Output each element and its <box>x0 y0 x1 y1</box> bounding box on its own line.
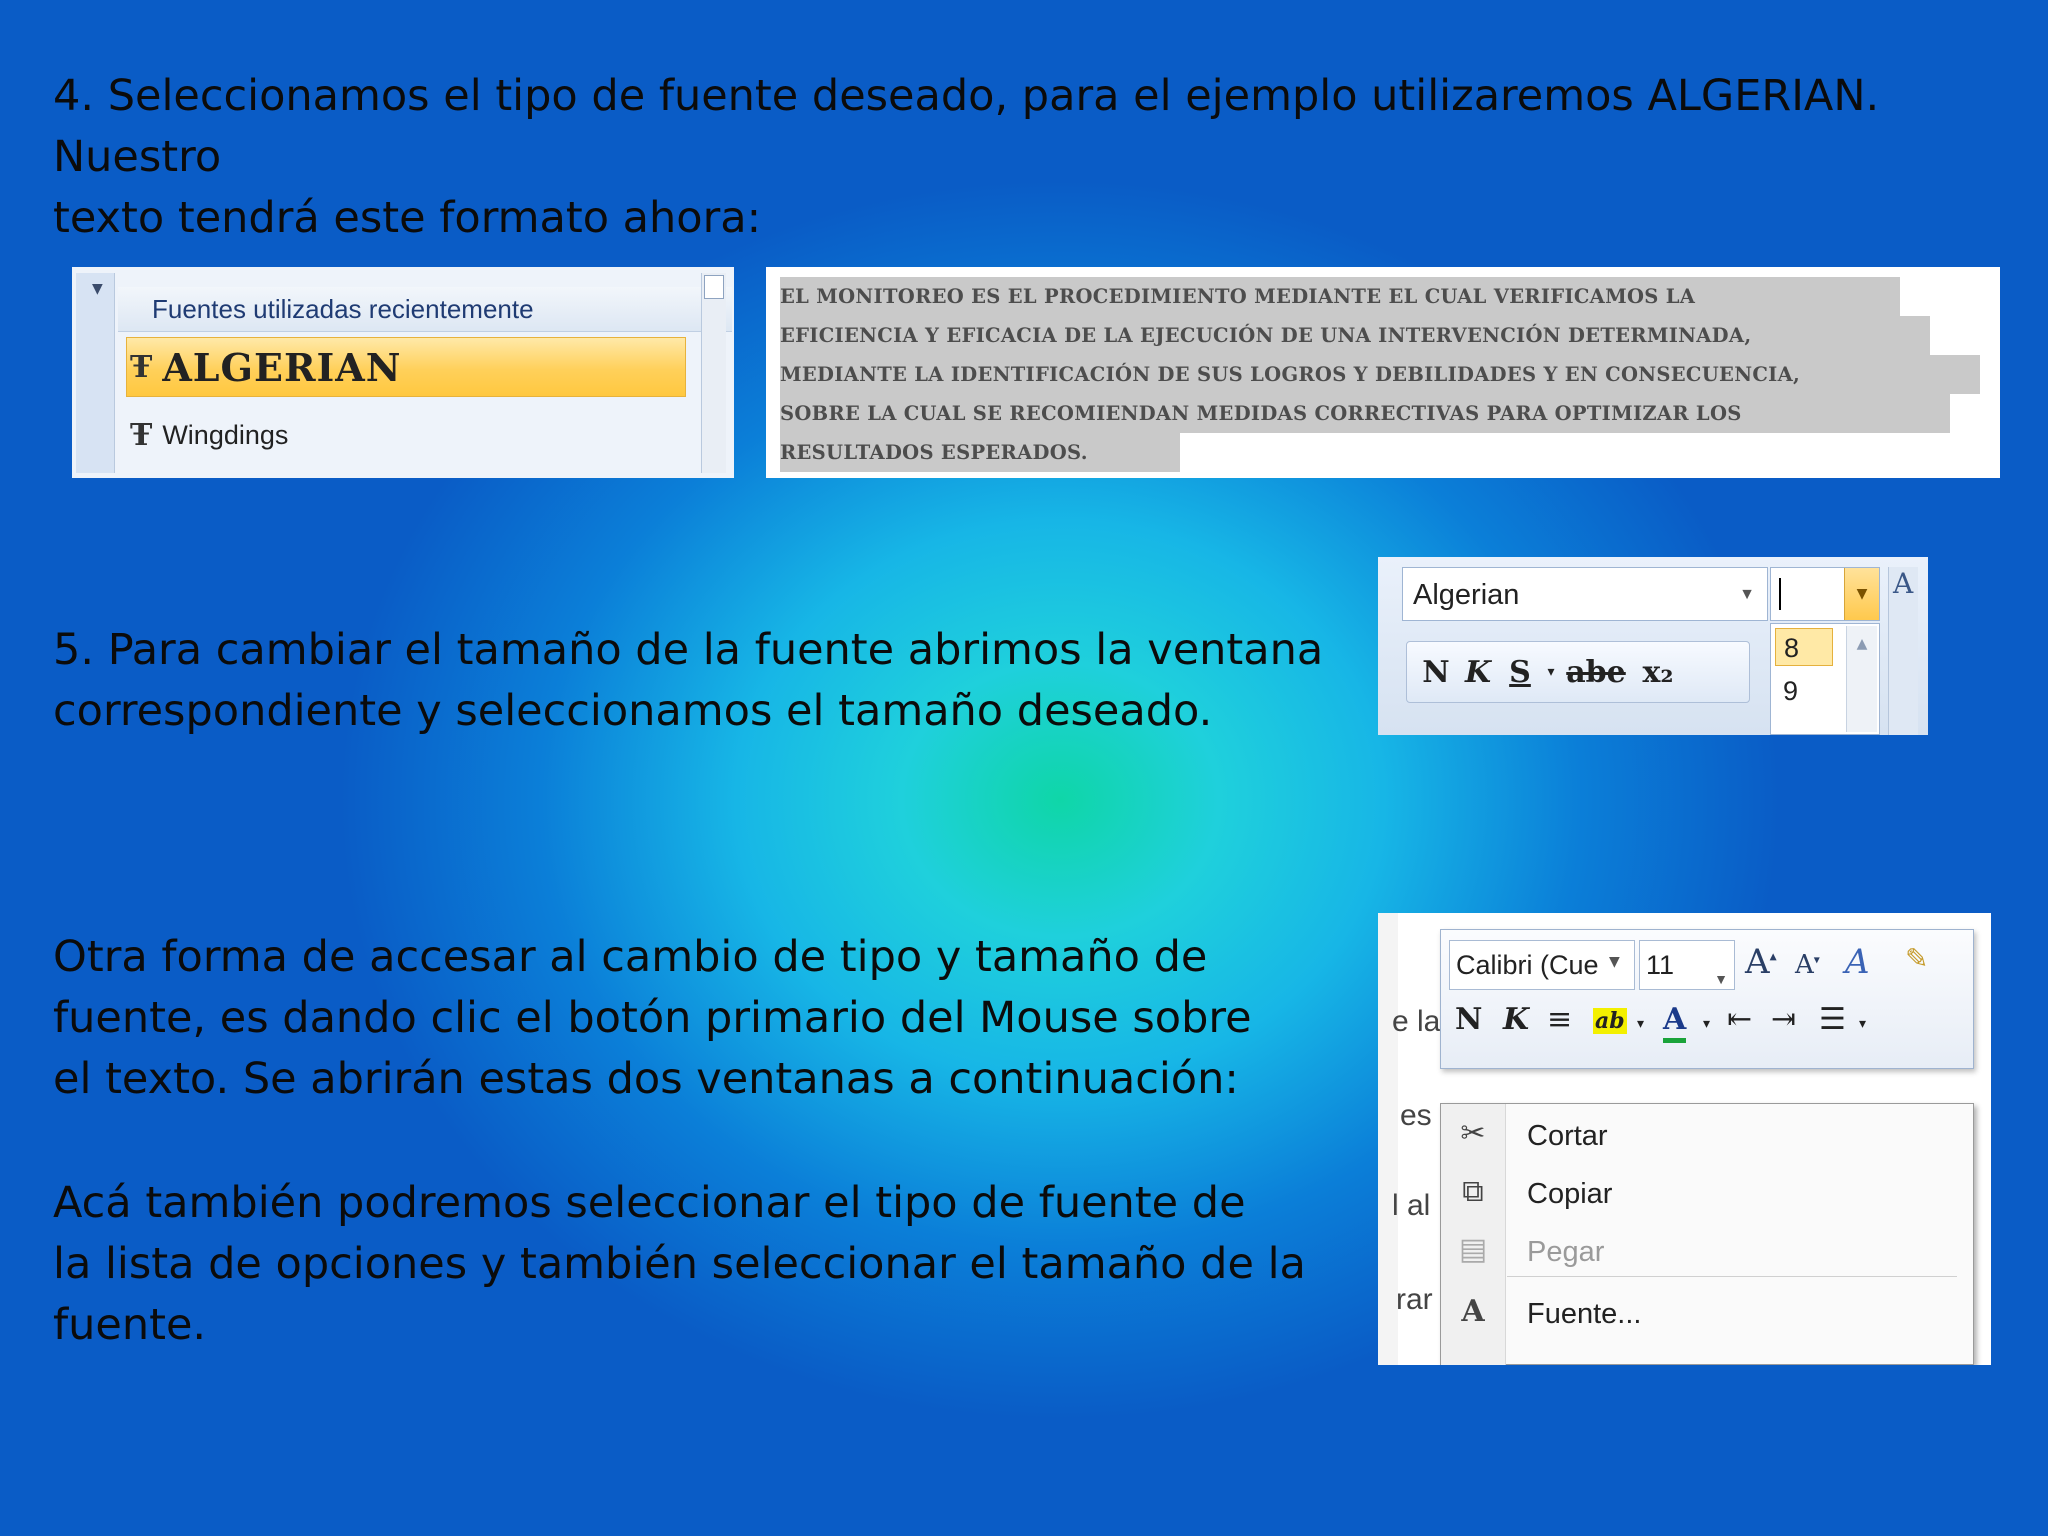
doc-fragment: l al <box>1392 1189 1431 1222</box>
format-buttons-group: N K S ▾ abe x₂ <box>1406 641 1750 703</box>
other-line2: fuente, es dando clic el botón primario … <box>53 993 1252 1043</box>
sample-line: SOBRE LA CUAL SE RECOMIENDAN MEDIDAS COR… <box>780 394 1950 433</box>
sample-line: EL MONITOREO ES EL PROCEDIMIENTO MEDIANT… <box>780 277 1900 316</box>
menu-item-copiar[interactable]: Copiar <box>1527 1178 1612 1211</box>
recent-fonts-panel: ▼ Fuentes utilizadas recientemente Ŧ ALG… <box>72 267 734 478</box>
step4-line1: 4. Seleccionamos el tipo de fuente desea… <box>53 71 1880 182</box>
formatted-text-sample: EL MONITOREO ES EL PROCEDIMIENTO MEDIANT… <box>766 267 2000 478</box>
scrollbar[interactable] <box>701 273 726 473</box>
sample-line: MEDIANTE LA IDENTIFICACIÓN DE SUS LOGROS… <box>780 355 1980 394</box>
highlight-dropdown-icon[interactable]: ▾ <box>1637 1016 1644 1032</box>
size-option-8[interactable]: 8 <box>1775 628 1833 666</box>
truetype-icon: Ŧ <box>130 417 153 453</box>
sample-line: EFICIENCIA Y EFICACIA DE LA EJECUCIÓN DE… <box>780 316 1930 355</box>
step4-line2: texto tendrá este formato ahora: <box>53 193 762 243</box>
menu-item-cortar[interactable]: Cortar <box>1527 1120 1608 1153</box>
increase-indent-icon[interactable]: ⇥ <box>1771 1002 1796 1037</box>
font-name-value: Algerian <box>1413 579 1520 611</box>
font-item-wingdings[interactable]: Ŧ Wingdings <box>130 407 288 463</box>
gallery-strip: ▼ <box>76 273 115 473</box>
size-dropdown-button[interactable]: ▼ <box>1844 568 1879 620</box>
subscript-button[interactable]: x₂ <box>1631 655 1685 690</box>
styles-icon[interactable]: A <box>1845 942 1870 982</box>
align-center-icon[interactable]: ≡ <box>1547 1002 1572 1037</box>
step5-line2: correspondiente y seleccionamos el tamañ… <box>53 686 1213 736</box>
menu-item-pegar[interactable]: Pegar <box>1527 1236 1604 1269</box>
font-name-combobox[interactable]: Algerian ▼ <box>1402 567 1768 621</box>
mini-font-value: Calibri (Cue <box>1456 950 1599 980</box>
menu-item-fuente[interactable]: Fuente... <box>1527 1298 1641 1331</box>
other-line3: el texto. Se abrirán estas dos ventanas … <box>53 1054 1239 1104</box>
font-color-dropdown-icon[interactable]: ▾ <box>1703 1016 1710 1032</box>
copy-icon: ⧉ <box>1462 1174 1484 1209</box>
underline-dropdown-icon[interactable]: ▾ <box>1541 664 1561 680</box>
strikethrough-button[interactable]: abe <box>1561 655 1631 690</box>
other-line1: Otra forma de accesar al cambio de tipo … <box>53 932 1208 982</box>
mini-size-combobox[interactable]: 11 ▼ <box>1639 940 1735 990</box>
also-text: Acá también podremos seleccionar el tipo… <box>53 1173 1353 1356</box>
mini-toolbar: Calibri (Cue ▼ 11 ▼ A▴ A▾ A ✎ N K ≡ ab ▾… <box>1440 929 1974 1069</box>
step5-line1: 5. Para cambiar el tamaño de la fuente a… <box>53 625 1324 675</box>
list-scroll-up-icon[interactable]: ▲ <box>1846 626 1877 732</box>
also-line1: Acá también podremos seleccionar el tipo… <box>53 1178 1246 1228</box>
doc-fragment: rar <box>1396 1283 1433 1316</box>
mini-size-value: 11 <box>1646 950 1675 980</box>
chevron-down-icon[interactable]: ▼ <box>1739 568 1755 622</box>
other-way-text: Otra forma de accesar al cambio de tipo … <box>53 927 1353 1110</box>
underline-button[interactable]: S <box>1499 655 1541 690</box>
font-size-combo-panel: Algerian ▼ ▼ N K S ▾ abe x₂ 8 9 ▲ A <box>1378 557 1928 735</box>
font-item-algerian[interactable]: Ŧ ALGERIAN <box>130 339 402 395</box>
font-size-list: 8 9 ▲ <box>1770 623 1880 735</box>
bold-button[interactable]: N <box>1415 655 1457 690</box>
scissors-icon: ✂ <box>1460 1116 1486 1151</box>
sample-lines: EL MONITOREO ES EL PROCEDIMIENTO MEDIANT… <box>780 277 1980 472</box>
highlight-icon[interactable]: ab <box>1593 1008 1627 1034</box>
chevron-down-icon[interactable]: ▼ <box>1714 955 1728 1003</box>
font-icon: A <box>1461 1294 1485 1329</box>
step5-text: 5. Para cambiar el tamaño de la fuente a… <box>53 620 1353 742</box>
paste-icon: ▤ <box>1458 1232 1488 1267</box>
context-menu-panel: e la es l al rar Calibri (Cue ▼ 11 ▼ A▴ … <box>1378 913 1991 1365</box>
bullets-icon[interactable]: ☰ <box>1819 1002 1846 1037</box>
font-item-label: Wingdings <box>162 419 289 450</box>
shrink-font-icon[interactable]: A▾ <box>1795 950 1820 980</box>
bold-button[interactable]: N <box>1455 1002 1482 1037</box>
font-color-icon: A <box>1888 567 1918 735</box>
recent-fonts-header: Fuentes utilizadas recientemente <box>118 287 732 332</box>
bullets-dropdown-icon[interactable]: ▾ <box>1859 1016 1866 1032</box>
doc-fragment: e la <box>1392 1005 1441 1038</box>
menu-separator <box>1507 1276 1957 1277</box>
text-caret <box>1779 578 1781 610</box>
format-painter-icon[interactable]: ✎ <box>1905 942 1928 975</box>
mini-font-combobox[interactable]: Calibri (Cue <box>1449 940 1635 990</box>
decrease-indent-icon[interactable]: ⇤ <box>1727 1002 1752 1037</box>
step4-text: 4. Seleccionamos el tipo de fuente desea… <box>53 66 2013 249</box>
also-line2: la lista de opciones y también seleccion… <box>53 1239 1306 1289</box>
italic-button[interactable]: K <box>1503 1002 1529 1037</box>
truetype-icon: Ŧ <box>130 349 153 385</box>
font-item-label: ALGERIAN <box>162 344 402 390</box>
italic-button[interactable]: K <box>1457 655 1499 690</box>
also-line3: fuente. <box>53 1300 207 1350</box>
font-size-combobox[interactable]: ▼ <box>1770 567 1880 621</box>
dropdown-arrow-icon[interactable]: ▼ <box>92 281 103 297</box>
grow-font-icon[interactable]: A▴ <box>1745 942 1777 982</box>
sample-line: RESULTADOS ESPERADOS. <box>780 433 1180 472</box>
size-option-9[interactable]: 9 <box>1775 672 1833 710</box>
font-color-icon[interactable]: A <box>1663 1002 1687 1043</box>
context-menu: ✂ Cortar ⧉ Copiar ▤ Pegar A Fuente... <box>1440 1103 1974 1365</box>
scrollbar-thumb[interactable] <box>704 275 724 299</box>
doc-fragment: es <box>1400 1099 1432 1132</box>
